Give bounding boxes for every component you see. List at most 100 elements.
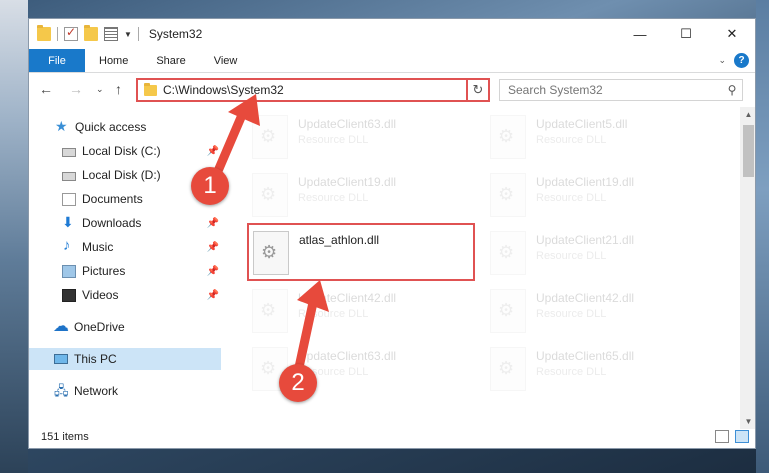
file-item[interactable]: UpdateClient19.dll Resource DLL [238, 167, 458, 223]
scroll-up-arrow-icon[interactable]: ▲ [740, 110, 755, 119]
tab-home[interactable]: Home [85, 49, 142, 72]
nav-item-label: Pictures [82, 264, 126, 278]
file-item[interactable]: UpdateClient65.dll Resource DLL [476, 341, 696, 397]
pin-icon: 📌 [206, 241, 219, 253]
pictures-icon [62, 264, 76, 278]
vertical-scrollbar[interactable]: ▲ ▼ [740, 107, 755, 429]
back-arrow-icon[interactable]: ← [39, 81, 53, 97]
file-name: UpdateClient65.dll [536, 349, 635, 363]
details-view-icon[interactable] [715, 430, 729, 443]
file-type: Resource DLL [536, 366, 607, 378]
nav-item-label: Quick access [75, 120, 147, 134]
new-folder-icon[interactable] [84, 25, 98, 41]
address-path[interactable]: C:\Windows\System32 [163, 83, 470, 97]
downloads-icon [62, 214, 76, 231]
dll-file-icon [252, 173, 288, 217]
recent-locations-chevron-icon[interactable]: ⌄ [96, 84, 104, 95]
file-name: UpdateClient21.dll [536, 233, 635, 247]
refresh-button[interactable]: ↻ [466, 78, 490, 102]
pin-icon: 📌 [206, 217, 219, 229]
disk-icon [62, 172, 76, 181]
file-item[interactable]: UpdateClient5.dll Resource DLL [476, 109, 696, 165]
minimize-button[interactable]: — [617, 19, 663, 49]
nav-item-label: Documents [82, 192, 143, 206]
music-icon [62, 237, 76, 254]
nav-item-label: Videos [82, 288, 119, 302]
file-item[interactable]: UpdateClient21.dll Resource DLL [476, 225, 696, 281]
customize-toolbar-dropdown-icon[interactable]: ▼ [124, 30, 132, 39]
file-item[interactable]: UpdateClient63.dllResource DLL [238, 341, 458, 397]
expand-ribbon-chevron-icon[interactable]: ⌄ [718, 55, 726, 66]
file-type: Resource DLL [298, 308, 369, 320]
network-icon [54, 382, 69, 404]
file-type: Resource DLL [536, 134, 607, 146]
nav-item-downloads[interactable]: Downloads 📌 [29, 212, 221, 234]
file-item[interactable]: UpdateClient42.dll Resource DLL [476, 283, 696, 339]
up-arrow-icon[interactable]: ↑ [115, 81, 122, 97]
file-type: Resource DLL [298, 192, 369, 204]
onedrive-icon [53, 316, 69, 336]
disk-icon [62, 148, 76, 157]
view-toggle [715, 430, 749, 443]
window-title: System32 [148, 27, 203, 41]
videos-icon [62, 288, 76, 302]
search-icon[interactable]: ⚲ [722, 83, 742, 97]
file-name: UpdateClient42.dll [536, 291, 635, 305]
address-row: ← → ⌄ ↑ C:\Windows\System32 ⌄ ↻ ⚲ [29, 73, 755, 107]
scrollbar-thumb[interactable] [743, 125, 754, 177]
dll-file-icon [252, 289, 288, 333]
address-bar[interactable]: C:\Windows\System32 ⌄ [136, 78, 488, 102]
dll-file-icon [252, 115, 288, 159]
dll-file-icon [490, 115, 526, 159]
tab-view[interactable]: View [200, 49, 252, 72]
file-name: UpdateClient63.dll [298, 349, 397, 363]
tab-file[interactable]: File [29, 49, 85, 72]
nav-item-onedrive[interactable]: OneDrive [29, 316, 221, 338]
rename-icon[interactable] [104, 27, 118, 41]
ribbon-right-controls: ⌄ ? [718, 53, 749, 68]
status-bar: 151 items [29, 426, 755, 448]
properties-check-icon[interactable] [64, 25, 78, 41]
file-explorer-window: ▼ System32 — ☐ ✕ File Home Share View ⌄ … [28, 18, 756, 449]
quick-access-icon [55, 118, 69, 135]
file-name: UpdateClient5.dll [536, 117, 628, 131]
refresh-icon: ↻ [472, 82, 484, 97]
nav-item-pictures[interactable]: Pictures 📌 [29, 260, 221, 282]
tab-share[interactable]: Share [142, 49, 199, 72]
toolbar-separator [57, 27, 58, 41]
ribbon-tabs: File Home Share View ⌄ ? [29, 49, 755, 73]
file-name: atlas_athlon.dll [299, 233, 380, 247]
nav-item-network[interactable]: Network [29, 380, 221, 404]
nav-item-quick-access[interactable]: Quick access [29, 116, 221, 138]
file-item[interactable]: UpdateClient42.dll Resource DLL [238, 283, 458, 339]
large-icons-view-icon[interactable] [735, 430, 749, 443]
toolbar-separator [137, 27, 139, 41]
search-box[interactable]: ⚲ [499, 79, 743, 101]
maximize-button[interactable]: ☐ [663, 19, 709, 49]
desktop-wallpaper-right [756, 0, 769, 473]
help-icon[interactable]: ? [734, 53, 749, 68]
scroll-down-arrow-icon[interactable]: ▼ [740, 417, 755, 426]
close-button[interactable]: ✕ [709, 19, 755, 49]
nav-item-videos[interactable]: Videos 📌 [29, 284, 221, 306]
nav-item-label: Music [82, 240, 114, 254]
search-input[interactable] [500, 83, 722, 97]
forward-arrow-icon[interactable]: → [69, 81, 83, 97]
nav-item-label: Network [74, 384, 119, 398]
nav-item-this-pc[interactable]: This PC [29, 348, 221, 370]
pin-icon: 📌 [206, 265, 219, 277]
file-name: UpdateClient42.dll [298, 291, 397, 305]
content-area: Quick access Local Disk (C:) 📌 Local Dis… [29, 107, 755, 429]
dll-file-icon [253, 231, 289, 275]
nav-item-local-disk-c[interactable]: Local Disk (C:) 📌 [29, 140, 221, 162]
file-item[interactable]: UpdateClient19.dll Resource DLL [476, 167, 696, 223]
quick-access-toolbar: ▼ [29, 25, 139, 41]
file-item-atlas-athlon[interactable]: atlas_athlon.dll [247, 223, 475, 281]
nav-item-music[interactable]: Music 📌 [29, 236, 221, 258]
desktop-wallpaper-left [0, 0, 28, 473]
folder-icon[interactable] [37, 25, 51, 41]
file-item[interactable]: UpdateClient63.dllResource DLL [238, 109, 458, 165]
this-pc-icon [54, 354, 68, 364]
title-bar: ▼ System32 — ☐ ✕ [29, 19, 755, 49]
navigation-pane: Quick access Local Disk (C:) 📌 Local Dis… [29, 107, 225, 429]
